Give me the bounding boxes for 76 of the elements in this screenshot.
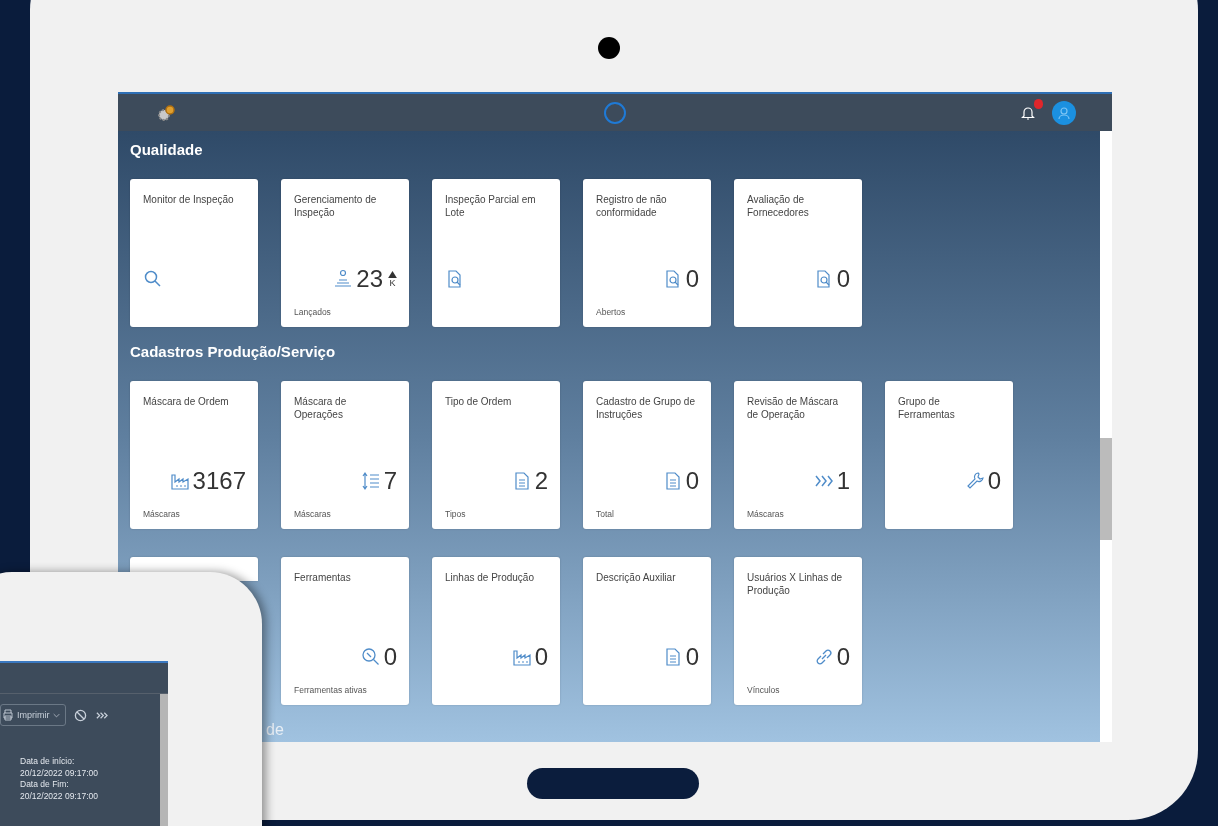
print-button[interactable]: Imprimir [0, 704, 66, 726]
tile-title: Usuários X Linhas de Produção [747, 571, 844, 598]
section-title: de [266, 720, 285, 740]
tile-title: Monitor de Inspeção [143, 193, 235, 207]
gear-logo-icon[interactable] [156, 103, 176, 122]
tile-number: 23 [356, 265, 383, 293]
tile-footer: Abertos [596, 307, 626, 317]
tile-number: 0 [836, 265, 850, 293]
tile-title: Linhas de Produção [445, 571, 535, 585]
tile-title: Cadastro de Grupo de Instruções [596, 395, 696, 422]
tile-footer: Máscaras [143, 509, 180, 519]
tile-title: Descrição Auxiliar [596, 571, 677, 585]
tile-number: 0 [534, 643, 548, 671]
tile-number: 0 [685, 265, 699, 293]
section-title: Cadastros Produção/Serviço [130, 342, 337, 362]
tile-number: 1 [836, 467, 850, 495]
app-tile[interactable]: Usuários X Linhas de Produção 0 Vínculos [734, 557, 862, 705]
factory-icon [169, 471, 190, 491]
people-stack-icon [333, 269, 354, 289]
home-button[interactable] [527, 768, 699, 799]
tile-title: Gerenciamento de Inspeção [294, 193, 378, 220]
app-tile[interactable]: Tipo de Ordem 2 Tipos [432, 381, 560, 529]
avatar-icon[interactable] [1052, 100, 1076, 125]
tile-footer: Ferramentas ativas [294, 685, 367, 695]
unit-label: K [389, 277, 396, 288]
bell-icon[interactable] [1020, 104, 1036, 121]
app-tile[interactable]: Inspeção Parcial em Lote [432, 179, 560, 327]
factory-icon [511, 647, 532, 667]
tile-number: 0 [836, 643, 850, 671]
tile-number: 0 [383, 643, 397, 671]
tile-title: Grupo de Ferramentas [898, 395, 956, 422]
tile-title: Máscara de Operações [294, 395, 348, 422]
date-text: 20/12/2022 09:17:00 [20, 767, 99, 779]
app-tile[interactable]: Grupo de Ferramentas 0 [885, 381, 1013, 529]
tile-number: 0 [685, 467, 699, 495]
app-tile[interactable]: Registro de não conformidade 0 Abertos [583, 179, 711, 327]
date-text: 20/12/2022 09:17:00 [20, 790, 99, 802]
tile-title: Máscara de Ordem [143, 395, 230, 409]
tool-search-icon [360, 647, 381, 667]
app-tile[interactable]: Máscara de Ordem 3167 Máscaras [130, 381, 258, 529]
tile-footer: Máscaras [747, 509, 784, 519]
tile-footer: Lançados [294, 307, 331, 317]
caret-icon [52, 712, 60, 718]
cancel-icon[interactable] [73, 708, 87, 722]
tile-title: Revisão de Máscara de Operação [747, 395, 840, 422]
scrollbar-thumb[interactable] [1100, 438, 1112, 540]
tile-title: Ferramentas [294, 571, 352, 585]
tile-footer: Total [596, 509, 614, 519]
tile-number: 0 [987, 467, 1001, 495]
tile-number: 0 [685, 643, 699, 671]
printer-icon [2, 709, 14, 721]
tile-footer: Vínculos [747, 685, 780, 695]
tile-title: Avaliação de Fornecedores [747, 193, 810, 220]
date-text: Data de Fim: [20, 779, 70, 791]
tile-title: Inspeção Parcial em Lote [445, 193, 537, 220]
app-tile[interactable]: Avaliação de Fornecedores 0 [734, 179, 862, 327]
tile-number: 7 [383, 467, 397, 495]
scrollbar[interactable] [1100, 131, 1112, 742]
app-tile[interactable]: Cadastro de Grupo de Instruções 0 Total [583, 381, 711, 529]
tile-title: Registro de não conformidade [596, 193, 668, 220]
app-tile[interactable]: Descrição Auxiliar 0 [583, 557, 711, 705]
tile-title: Tipo de Ordem [445, 395, 513, 409]
app-tile[interactable]: Ferramentas 0 Ferramentas ativas [281, 557, 409, 705]
app-tile[interactable]: Máscara de Operações 7 Máscaras [281, 381, 409, 529]
section-title: Qualidade [130, 140, 204, 160]
app-tile[interactable]: Linhas de Produção 0 [432, 557, 560, 705]
app-tile[interactable]: Monitor de Inspeção [130, 179, 258, 327]
sort-list-icon [360, 471, 381, 491]
search-icon [143, 269, 163, 289]
app-tile[interactable]: Revisão de Máscara de Operação 1 Máscaras [734, 381, 862, 529]
date-text: Data de início: [20, 756, 76, 768]
tile-footer: Tipos [445, 509, 466, 519]
tile-number: 3167 [192, 467, 246, 495]
app-tile[interactable]: Gerenciamento de Inspeção 23 K Lançados [281, 179, 409, 327]
tile-number: 2 [534, 467, 548, 495]
tile-footer: Máscaras [294, 509, 331, 519]
